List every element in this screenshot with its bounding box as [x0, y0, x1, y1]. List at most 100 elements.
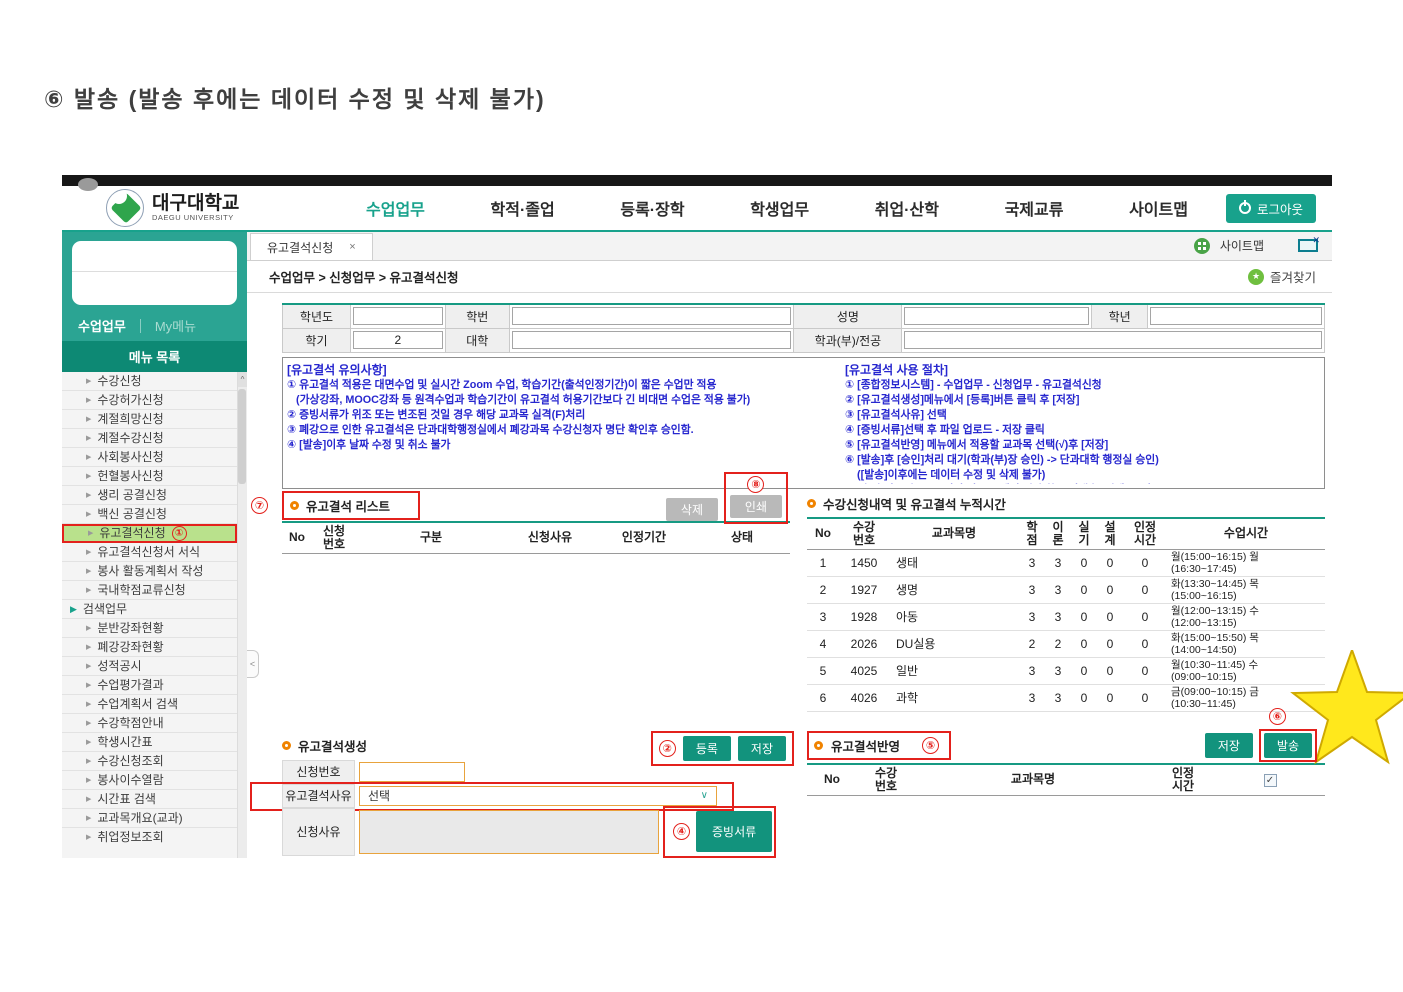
create-title: 유고결석생성: [298, 740, 368, 754]
sidebar-menu-item[interactable]: ▶ 유고결석신청서 서식: [62, 543, 237, 562]
scrollbar-thumb[interactable]: [238, 389, 246, 484]
menu-arrow-icon: ▶: [86, 377, 92, 385]
sidebar-menu-item[interactable]: ▶ 수강허가신청: [62, 391, 237, 410]
notice-line: ⑤ [유고결석반영] 메뉴에서 적용할 교과목 선택(√)후 [저장]: [845, 438, 1109, 451]
sidebar-menu-item[interactable]: ▶ 교과목개요(교과): [62, 809, 237, 828]
scroll-up-icon[interactable]: ^: [238, 372, 247, 387]
sidebar-menu-item[interactable]: ▶ 헌혈봉사신청: [62, 467, 237, 486]
camera-dot: [78, 178, 98, 191]
register-button[interactable]: 등록: [682, 735, 731, 761]
menu-item-label: 생리 공결신청: [97, 487, 167, 502]
print-button[interactable]: 인쇄: [729, 494, 782, 518]
sidebar-menu-item[interactable]: ▶ 분반강좌현황: [62, 619, 237, 638]
sidebar-menu-item[interactable]: ▶ 학생시간표: [62, 733, 237, 752]
year-input[interactable]: [352, 307, 443, 326]
cell-course-name: DU실용: [889, 630, 1019, 658]
studentno-input[interactable]: [511, 307, 792, 326]
request-no-label: 신청번호: [282, 759, 355, 784]
sidebar-menu-item[interactable]: ▶ 계절희망신청: [62, 410, 237, 429]
apply-title: 유고결석반영: [831, 740, 901, 754]
name-input[interactable]: [904, 307, 1090, 326]
reason-type-select[interactable]: 선택 ∨: [359, 785, 717, 806]
sidebar-menu-item[interactable]: ▶ 봉사 활동계획서 작성: [62, 562, 237, 581]
university-emblem-icon: [106, 189, 144, 227]
reason-label: 신청사유: [282, 807, 355, 856]
semester-input[interactable]: 2: [352, 331, 443, 349]
cell-recognized-hours: 0: [1123, 576, 1167, 604]
cell-design: 0: [1097, 549, 1123, 577]
app-window: 대구대학교 DAEGU UNIVERSITY 수업업무 학적·졸업 등록·장학 학생업…: [62, 175, 1332, 860]
sidebar-menu-item[interactable]: ▶ 성적공시: [62, 657, 237, 676]
logout-button[interactable]: 로그아웃: [1225, 193, 1316, 223]
sidebar-menu-item[interactable]: ▶ 수업계획서 검색: [62, 695, 237, 714]
breadcrumb-bar: 수업업무 > 신청업무 > 유고결석신청 ★ 즐겨찾기: [247, 261, 1332, 293]
sidebar-tab-mymenu[interactable]: My메뉴: [155, 316, 196, 335]
menu-item-label: 학생시간표: [97, 734, 153, 749]
college-label: 대학: [444, 327, 510, 353]
nav-item[interactable]: 등록·장학: [620, 196, 684, 220]
send-button[interactable]: 발송: [1263, 733, 1312, 758]
sidebar-menu-item[interactable]: ▶ 백신 공결신청: [62, 505, 237, 524]
absence-list-table: No 신청 번호 구분 신청사유 인정기간 상태: [282, 520, 790, 554]
menu-item-label: 백신 공결신청: [97, 506, 167, 521]
document-tab[interactable]: 유고결석신청 ×: [250, 233, 373, 260]
menu-scrollbar[interactable]: ^: [237, 372, 247, 858]
reason-type-value: 선택: [368, 789, 391, 803]
sidebar-menu-item[interactable]: ▶ 계절수강신청: [62, 429, 237, 448]
cell-design: 0: [1097, 657, 1123, 685]
select-all-checkbox[interactable]: ✓: [1263, 773, 1277, 787]
cell-no: 1: [807, 549, 839, 577]
cell-class-time: 금(09:00~10:15) 금(10:30~11:45): [1167, 684, 1325, 712]
sidebar-menu-item[interactable]: ▶ 생리 공결신청: [62, 486, 237, 505]
nav-item[interactable]: 취업·산학: [875, 196, 939, 220]
nav-item[interactable]: 학생업무: [750, 196, 809, 220]
university-logo[interactable]: 대구대학교 DAEGU UNIVERSITY: [106, 189, 306, 227]
nav-item[interactable]: 학적·졸업: [491, 196, 555, 220]
menu-item-label: 수강신청: [97, 373, 142, 388]
menu-arrow-icon: ▶: [86, 643, 92, 651]
reason-textarea[interactable]: [359, 809, 659, 854]
cell-course-name: 생명: [889, 576, 1019, 604]
content-main: 학년도 학번 성명 학년 학기 2 대학 학과(부)/전공 [유고결석 유의사항…: [247, 293, 1332, 858]
sidebar-menu-item[interactable]: ▶ 사회봉사신청: [62, 448, 237, 467]
college-input[interactable]: [511, 331, 792, 349]
sidebar-collapse-handle[interactable]: <: [247, 650, 259, 678]
save-button[interactable]: 저장: [737, 735, 786, 761]
column-header: 수강 번호: [857, 763, 915, 796]
sidebar-menu-item[interactable]: ▶ 취업정보조회: [62, 828, 237, 847]
sidebar-menu-item[interactable]: ▶ 검색업무: [62, 600, 237, 619]
bullet-icon: [807, 499, 816, 508]
bullet-icon: [282, 741, 291, 750]
apply-save-button[interactable]: 저장: [1204, 733, 1253, 758]
grade-input[interactable]: [1150, 307, 1322, 326]
sidebar-menu-item[interactable]: ▶ 국내학점교류신청: [62, 581, 237, 600]
favorite-button[interactable]: ★ 즐겨찾기: [1247, 267, 1316, 286]
sidebar-menu-item[interactable]: ▶ 수강신청조회: [62, 752, 237, 771]
sitemap-label[interactable]: 사이트맵: [1220, 237, 1264, 254]
power-icon: [1238, 200, 1251, 214]
nav-item[interactable]: 수업업무: [366, 196, 425, 220]
sitemap-icon[interactable]: [1193, 237, 1210, 254]
sidebar-menu-item[interactable]: ▶ 유고결석신청 ①: [62, 524, 237, 543]
sidebar-menu-item[interactable]: ▶ 수강신청: [62, 372, 237, 391]
close-all-windows-icon[interactable]: [1298, 235, 1320, 252]
menu-arrow-icon: ▶: [86, 491, 92, 499]
dept-field-cell: [901, 327, 1325, 353]
nav-item[interactable]: 사이트맵: [1129, 196, 1188, 220]
request-no-input[interactable]: [359, 761, 465, 782]
sidebar-menu-item[interactable]: ▶ 수강학점안내: [62, 714, 237, 733]
sidebar-menu-item[interactable]: ▶ 봉사이수열람: [62, 771, 237, 790]
dept-input[interactable]: [904, 331, 1322, 349]
sidebar-menu-item[interactable]: ▶ 폐강강좌현황: [62, 638, 237, 657]
tab-close-icon[interactable]: ×: [349, 241, 355, 253]
sidebar-menu-item[interactable]: ▶ 시간표 검색: [62, 790, 237, 809]
menu-item-label: 국내학점교류신청: [97, 582, 186, 597]
sidebar-menu-item[interactable]: ▶ 수업평가결과: [62, 676, 237, 695]
absence-list-title: 유고결석 리스트: [306, 500, 390, 514]
delete-button[interactable]: 삭제: [665, 497, 718, 521]
evidence-button[interactable]: 증빙서류: [696, 811, 773, 852]
notice-box: [유고결석 유의사항] ① 유고결석 적용은 대면수업 및 실시간 Zoom 수…: [282, 356, 1325, 489]
sidebar-tab-work[interactable]: 수업업무: [78, 316, 126, 335]
annotation-circle-2: ②: [658, 739, 676, 757]
nav-item[interactable]: 국제교류: [1005, 196, 1064, 220]
